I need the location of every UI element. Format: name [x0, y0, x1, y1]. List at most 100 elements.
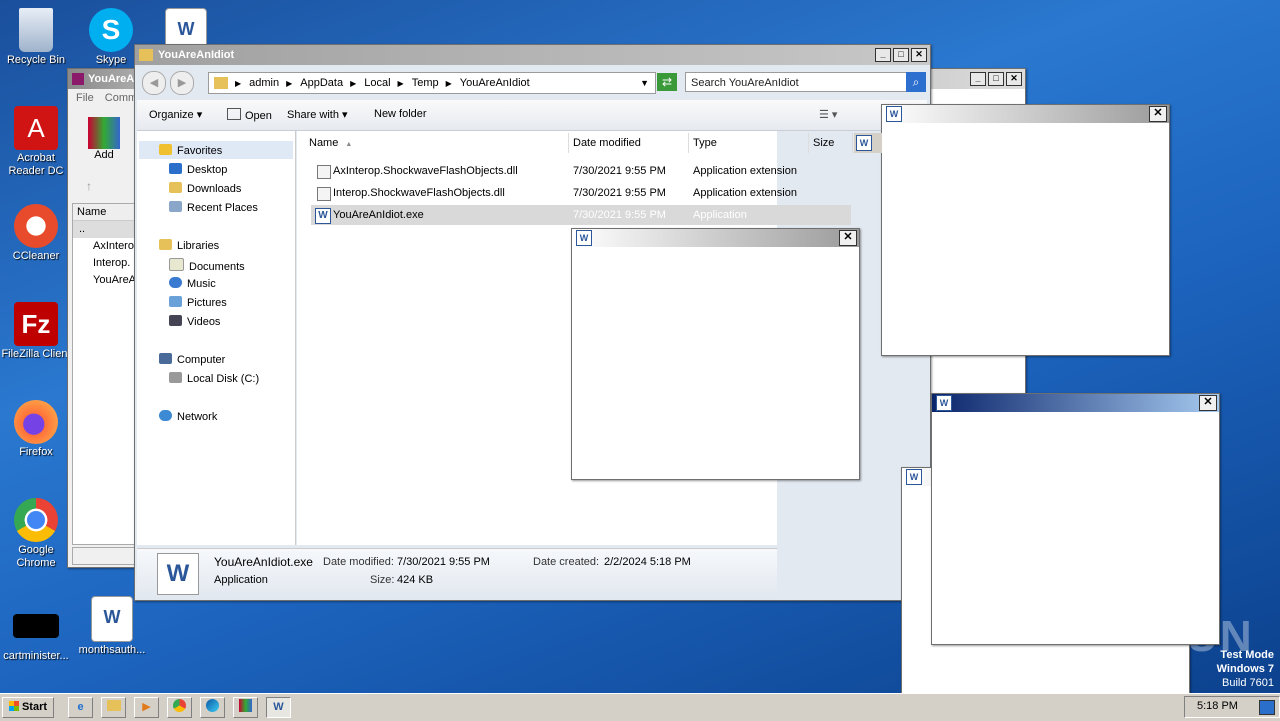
star-icon	[159, 144, 172, 155]
popup-titlebar[interactable]: W	[572, 229, 859, 247]
skype-icon: S	[89, 8, 133, 52]
nav-computer[interactable]: Computer	[159, 353, 225, 366]
close-button[interactable]: ✕	[911, 48, 927, 62]
popup-partial[interactable]: W	[854, 133, 882, 153]
desktop-icon-monthsauth[interactable]: W monthsauth...	[76, 596, 148, 657]
nav-local-disk[interactable]: Local Disk (C:)	[169, 372, 259, 385]
details-created-label: Date created:	[533, 556, 600, 568]
dll-file-icon	[317, 165, 331, 179]
table-row[interactable]: AxInterop.ShockwaveFlashObjects.dll 7/30…	[311, 161, 851, 181]
ccleaner-icon	[14, 204, 58, 248]
popup-window-active[interactable]: W ✕	[931, 393, 1220, 645]
chevron-right-icon[interactable]: ▶	[235, 79, 241, 88]
word-doc-icon: W	[91, 596, 133, 642]
close-button[interactable]: ✕	[839, 230, 857, 246]
close-button[interactable]: ✕	[1006, 72, 1022, 86]
recycle-bin-icon	[19, 8, 53, 52]
explorer-titlebar[interactable]: YouAreAnIdiot	[135, 45, 930, 65]
popup-window[interactable]: W ✕	[881, 104, 1170, 356]
firefox-icon	[14, 400, 58, 444]
search-icon[interactable]: ⌕	[906, 72, 926, 92]
add-archive-icon	[88, 117, 120, 149]
share-with-button[interactable]: Share with ▾	[287, 108, 348, 121]
column-header-name[interactable]: Name ▲	[305, 133, 569, 153]
chevron-right-icon[interactable]: ▶	[446, 79, 452, 88]
nav-favorites[interactable]: Favorites	[159, 144, 222, 157]
nav-network[interactable]: Network	[159, 410, 217, 423]
view-options-icon[interactable]: ☰ ▾	[819, 108, 837, 121]
winrar-up-arrow-icon[interactable]: ↑	[86, 179, 92, 193]
clock[interactable]: 5:18 PM	[1197, 700, 1238, 712]
refresh-button[interactable]: ⇄	[657, 73, 677, 91]
nav-music[interactable]: Music	[169, 277, 216, 290]
taskbar-explorer-icon[interactable]	[101, 697, 126, 718]
desktop-icon-acrobat[interactable]: A Acrobat Reader DC	[0, 106, 72, 178]
breadcrumb-admin[interactable]: admin	[249, 77, 279, 89]
close-button[interactable]: ✕	[1199, 395, 1217, 411]
show-desktop-icon[interactable]	[1259, 700, 1275, 715]
desktop-icon-filezilla[interactable]: Fz FileZilla Client	[0, 302, 72, 361]
details-modified: 7/30/2021 9:55 PM	[397, 556, 490, 568]
desktop-icon-recycle-bin[interactable]: Recycle Bin	[0, 8, 72, 67]
chevron-right-icon[interactable]: ▶	[286, 79, 292, 88]
tray-area: 5:18 PM	[1184, 696, 1280, 718]
forward-button[interactable]: ▶	[170, 71, 194, 95]
search-input[interactable]: Search YouAreAnIdiot	[685, 72, 907, 92]
downloads-icon	[169, 182, 182, 193]
details-kind: Application	[214, 574, 268, 586]
breadcrumb-local[interactable]: Local	[364, 77, 390, 89]
nav-recent-places[interactable]: Recent Places	[169, 201, 258, 214]
chevron-right-icon[interactable]: ▶	[350, 79, 356, 88]
table-row[interactable]: Interop.ShockwaveFlashObjects.dll 7/30/2…	[311, 183, 851, 203]
organize-button[interactable]: Organize ▾	[149, 108, 202, 121]
column-header-date[interactable]: Date modified	[569, 133, 689, 153]
column-header-size[interactable]: Size	[809, 133, 853, 153]
open-button[interactable]: Open	[227, 108, 272, 122]
maximize-button[interactable]: □	[893, 48, 909, 62]
taskbar-winrar-icon[interactable]	[233, 697, 258, 718]
word-file-large-icon: W	[157, 553, 199, 595]
desktop-icon-cartminister[interactable]: cartminister...	[0, 604, 72, 663]
back-button[interactable]: ◀	[142, 71, 166, 95]
computer-icon	[159, 353, 172, 364]
desktop-icon-ccleaner[interactable]: CCleaner	[0, 204, 72, 263]
popup-titlebar[interactable]: W	[882, 105, 1169, 123]
desktop-icon-firefox[interactable]: Firefox	[0, 400, 72, 459]
nav-desktop[interactable]: Desktop	[169, 163, 227, 176]
chevron-down-icon[interactable]: ▼	[640, 78, 649, 88]
column-header-type[interactable]: Type	[689, 133, 809, 153]
breadcrumb-youareanidiot[interactable]: YouAreAnIdiot	[460, 77, 530, 89]
nav-documents[interactable]: Documents	[169, 258, 245, 273]
taskbar-ie-icon[interactable]: e	[68, 697, 93, 718]
address-bar[interactable]: ▶ admin ▶ AppData ▶ Local ▶ Temp ▶ YouAr…	[208, 72, 656, 94]
popup-titlebar[interactable]: W	[932, 394, 1219, 412]
popup-window[interactable]: W ✕	[571, 228, 860, 480]
sort-up-icon: ▲	[345, 141, 353, 148]
close-button[interactable]: ✕	[1149, 106, 1167, 122]
test-mode-text: Test Mode Windows 7 Build 7601	[1216, 649, 1274, 689]
start-button[interactable]: Start	[2, 697, 54, 718]
breadcrumb-temp[interactable]: Temp	[412, 77, 439, 89]
taskbar-word-icon[interactable]: W	[266, 697, 291, 718]
winrar-menu-commands[interactable]: Comm	[105, 92, 137, 104]
chevron-right-icon[interactable]: ▶	[398, 79, 404, 88]
nav-pictures[interactable]: Pictures	[169, 296, 227, 309]
winrar-menu-file[interactable]: File	[76, 92, 94, 104]
taskbar-edge-icon[interactable]	[200, 697, 225, 718]
nav-videos[interactable]: Videos	[169, 315, 220, 328]
taskbar-media-player-icon[interactable]: ▶	[134, 697, 159, 718]
minimize-button[interactable]: _	[875, 48, 891, 62]
network-icon	[159, 410, 172, 421]
nav-downloads[interactable]: Downloads	[169, 182, 241, 195]
minimize-button[interactable]: _	[970, 72, 986, 86]
winrar-add-button[interactable]: Add	[88, 117, 120, 161]
breadcrumb-appdata[interactable]: AppData	[300, 77, 343, 89]
music-icon	[169, 277, 182, 288]
nav-libraries[interactable]: Libraries	[159, 239, 219, 252]
folder-icon	[139, 49, 153, 61]
maximize-button[interactable]: □	[988, 72, 1004, 86]
table-row-selected[interactable]: W YouAreAnIdiot.exe 7/30/2021 9:55 PM Ap…	[311, 205, 851, 225]
desktop-icon-chrome[interactable]: Google Chrome	[0, 498, 72, 570]
new-folder-button[interactable]: New folder	[374, 108, 427, 120]
taskbar-chrome-icon[interactable]	[167, 697, 192, 718]
